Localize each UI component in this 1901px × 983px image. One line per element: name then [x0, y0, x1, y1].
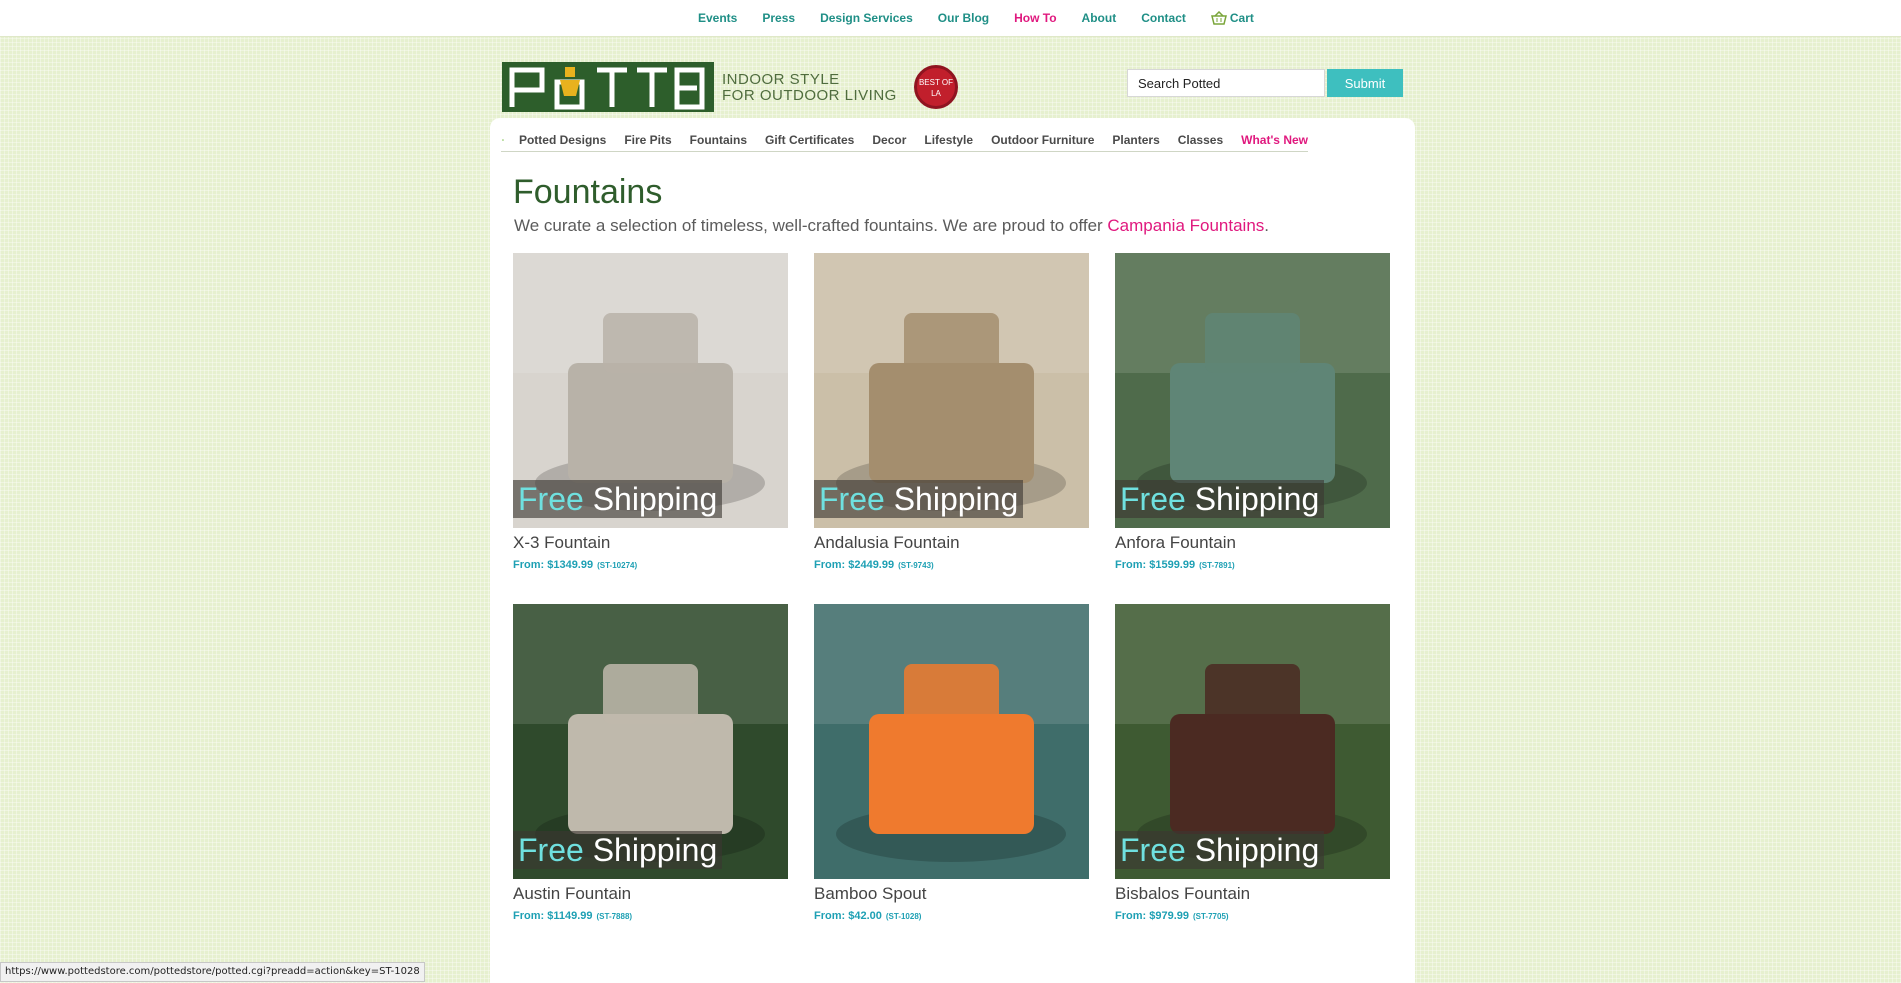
cat-classes[interactable]: Classes [1178, 133, 1223, 147]
product-price: From: $1149.99 (ST-7888) [513, 910, 788, 922]
intro-end: . [1264, 216, 1270, 235]
product-card[interactable]: Free Shipping Andalusia Fountain From: $24… [814, 253, 1089, 571]
top-nav-about[interactable]: About [1082, 11, 1117, 25]
product-name[interactable]: Andalusia Fountain [814, 533, 1089, 553]
top-nav: Events Press Design Services Our Blog Ho… [698, 11, 1254, 25]
logo-tagline-line2: FOR OUTDOOR LIVING [722, 87, 897, 104]
price-value: From: $2449.99 [814, 559, 895, 571]
best-of-la-badge: BEST OF LA [914, 65, 958, 109]
cat-fire-pits[interactable]: Fire Pits [624, 133, 671, 147]
logo-tagline-line1: INDOOR STYLE [722, 71, 840, 88]
price-value: From: $1599.99 [1115, 559, 1196, 571]
top-nav-press[interactable]: Press [762, 11, 795, 25]
product-photo[interactable] [814, 604, 1089, 879]
product-price: From: $979.99 (ST-7705) [1115, 910, 1390, 922]
price-value: From: $1149.99 [513, 910, 593, 922]
product-card[interactable]: Free Shipping X-3 Fountain From: $1349.99(… [513, 253, 788, 571]
product-card[interactable]: Free Shipping Bisbalos Fountain From: $979… [1115, 604, 1390, 922]
product-card[interactable]: Bamboo Spout From: $42.00 (ST-1028) [814, 604, 1089, 922]
product-name[interactable]: X-3 Fountain [513, 533, 788, 553]
free-shipping-ribbon: Free Shipping [513, 831, 723, 869]
product-sku: (ST-7891) [1199, 561, 1235, 570]
intro-body: We curate a selection of timeless, well-… [514, 216, 1108, 235]
category-nav: Potted Designs Fire Pits Fountains Gift … [501, 128, 1308, 152]
product-name[interactable]: Austin Fountain [513, 884, 788, 904]
product-photo[interactable]: Free Shipping [1115, 253, 1390, 528]
product-photo[interactable]: Free Shipping [513, 604, 788, 879]
ribbon-free: Free [1120, 832, 1186, 868]
site-logo[interactable]: INDOOR STYLE FOR OUTDOOR LIVING BEST OF … [502, 62, 958, 118]
ribbon-free: Free [819, 481, 885, 517]
product-card[interactable]: Free Shipping Anfora Fountain From: $1599.… [1115, 253, 1390, 571]
top-nav-events[interactable]: Events [698, 11, 737, 25]
ribbon-shipping: Shipping [592, 481, 718, 517]
price-value: From: $1349.99 [513, 559, 594, 571]
top-bar: Events Press Design Services Our Blog Ho… [0, 0, 1901, 37]
free-shipping-ribbon: Free Shipping [1115, 480, 1325, 518]
cat-potted-designs[interactable]: Potted Designs [519, 133, 606, 147]
product-price: From: $1599.99 (ST-7891) [1115, 559, 1390, 571]
search-form: Submit [1127, 69, 1403, 97]
potted-logo-icon [502, 62, 714, 112]
ribbon-free: Free [518, 832, 584, 868]
top-nav-our-blog[interactable]: Our Blog [938, 11, 989, 25]
product-price: From: $1349.99 (ST-10274) [513, 559, 788, 571]
cat-decor[interactable]: Decor [872, 133, 906, 147]
product-name[interactable]: Bisbalos Fountain [1115, 884, 1390, 904]
product-photo[interactable]: Free Shipping [814, 253, 1089, 528]
main-content: Potted Designs Fire Pits Fountains Gift … [490, 118, 1415, 983]
cat-outdoor-furniture[interactable]: Outdoor Furniture [991, 133, 1094, 147]
cat-planters[interactable]: Planters [1112, 133, 1159, 147]
product-photo[interactable]: Free Shipping [1115, 604, 1390, 879]
cart-label: Cart [1229, 11, 1254, 25]
ribbon-free: Free [1120, 481, 1186, 517]
product-sku: (ST-7888) [596, 912, 633, 921]
search-input[interactable] [1127, 69, 1325, 97]
free-shipping-ribbon: Free Shipping [814, 480, 1024, 518]
campania-link[interactable]: Campania Fountains [1107, 216, 1264, 235]
product-price: From: $42.00 (ST-1028) [814, 910, 1089, 922]
product-name[interactable]: Anfora Fountain [1115, 533, 1390, 553]
ribbon-shipping: Shipping [893, 481, 1019, 517]
cat-whats-new[interactable]: What's New [1241, 133, 1308, 147]
intro-text: We curate a selection of timeless, well-… [514, 216, 1269, 236]
product-card[interactable]: Free Shipping Austin Fountain From: $1149.… [513, 604, 788, 922]
price-value: From: $979.99 [1115, 910, 1189, 922]
page-title: Fountains [513, 173, 663, 211]
free-shipping-ribbon: Free Shipping [513, 480, 723, 518]
product-sku: (ST-7705) [1192, 912, 1229, 921]
free-shipping-ribbon: Free Shipping [1115, 831, 1325, 869]
product-photo[interactable]: Free Shipping [513, 253, 788, 528]
cart-link[interactable]: Cart [1210, 11, 1254, 25]
home-icon[interactable] [502, 132, 504, 148]
ribbon-shipping: Shipping [592, 832, 718, 868]
product-price: From: $2449.99 (ST-9743) [814, 559, 1089, 571]
product-sku: (ST-1028) [885, 912, 922, 921]
basket-icon [1210, 11, 1227, 25]
cat-gift-certificates[interactable]: Gift Certificates [765, 133, 854, 147]
cat-fountains[interactable]: Fountains [690, 133, 747, 147]
fountain-image-icon [814, 604, 1089, 879]
top-nav-how-to[interactable]: How To [1014, 11, 1056, 25]
submit-button[interactable]: Submit [1327, 69, 1403, 97]
top-nav-contact[interactable]: Contact [1141, 11, 1186, 25]
product-sku: (ST-10274) [597, 561, 638, 570]
top-nav-design-services[interactable]: Design Services [820, 11, 913, 25]
product-sku: (ST-9743) [898, 561, 934, 570]
ribbon-free: Free [518, 481, 584, 517]
product-name[interactable]: Bamboo Spout [814, 884, 1089, 904]
cat-lifestyle[interactable]: Lifestyle [924, 133, 973, 147]
logo-tagline: INDOOR STYLE FOR OUTDOOR LIVING [722, 72, 897, 104]
ribbon-shipping: Shipping [1194, 481, 1320, 517]
price-value: From: $42.00 [814, 910, 882, 922]
ribbon-shipping: Shipping [1194, 832, 1320, 868]
status-bar: https://www.pottedstore.com/pottedstore/… [0, 962, 425, 982]
logo-mark [502, 62, 714, 112]
